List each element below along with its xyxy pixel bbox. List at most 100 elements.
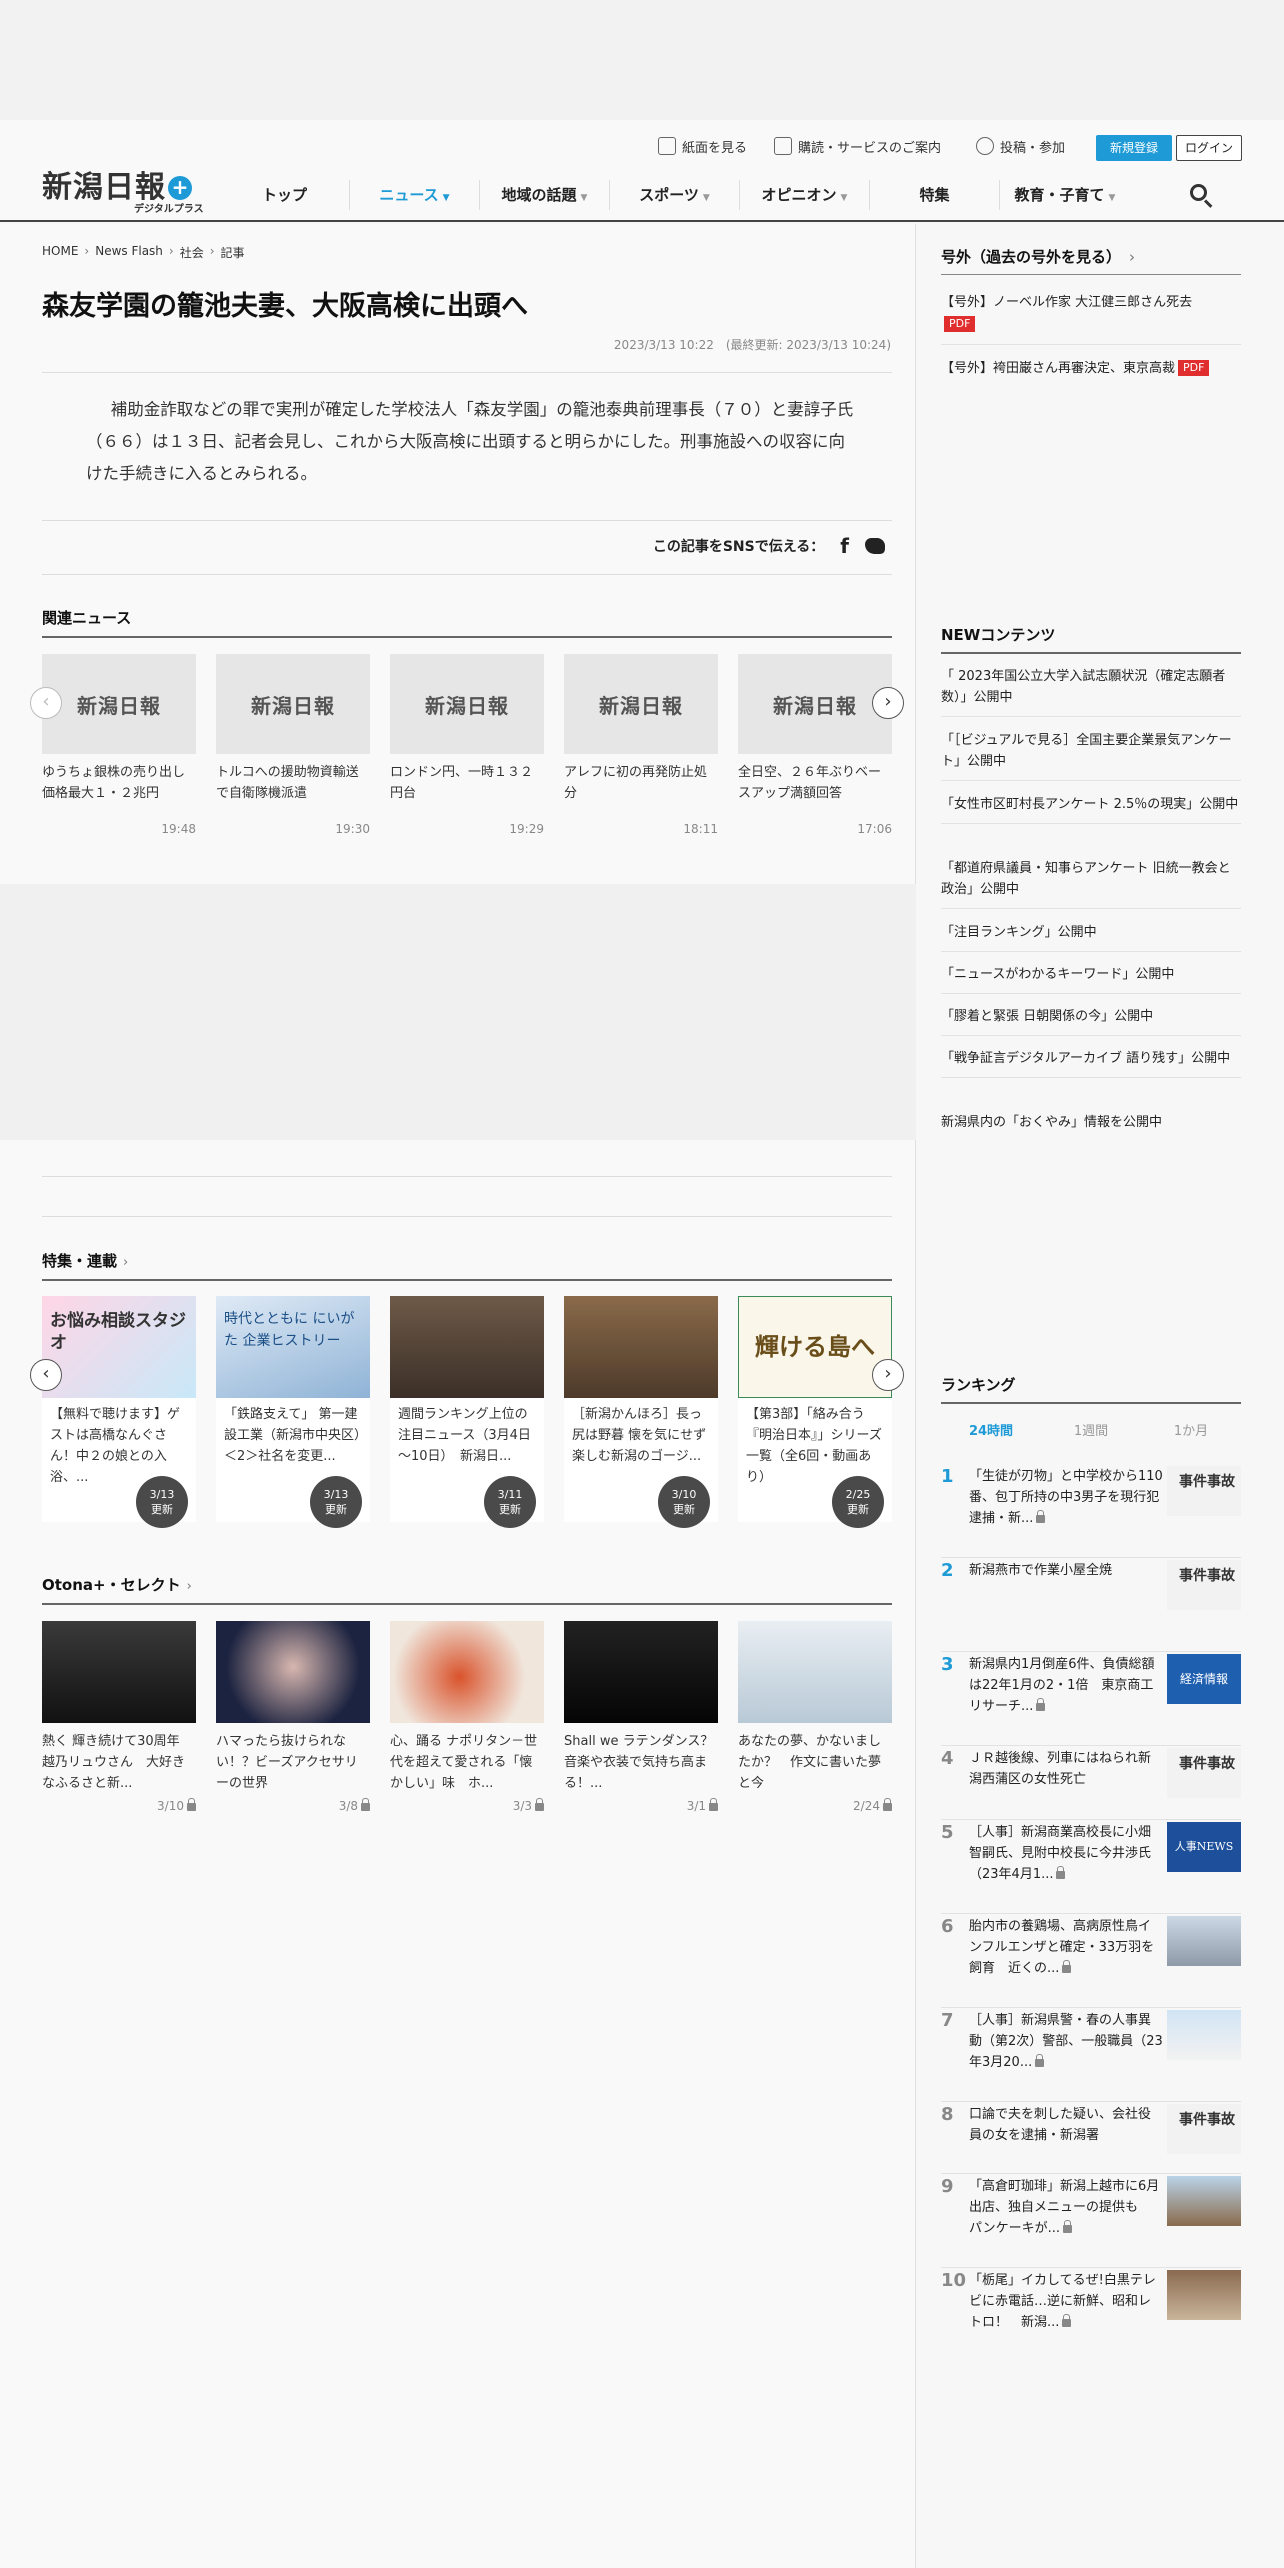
chevron-right-icon: › — [209, 244, 215, 258]
features-title[interactable]: 特集・連載 › — [42, 1250, 128, 1271]
ranking-item[interactable]: 9 「高倉町珈琲」新潟上越市に6月出店、独自メニューの提供も パンケーキが... — [941, 2176, 1241, 2268]
gogai-item[interactable]: 【号外】ノーベル作家 大江健三郎さん死去 PDF — [941, 292, 1241, 336]
otona-date: 3/8 — [339, 1798, 370, 1813]
related-card[interactable]: 新潟日報 ゆうちょ銀株の売り出し価格最大１・２兆円 19:48 — [42, 654, 196, 836]
rank-thumb — [1167, 2270, 1241, 2320]
ranking-item[interactable]: 10 「栃尾」イカしてるぜ!白黒テレビに赤電話…逆に新鮮、昭和レトロ！ 新潟... — [941, 2270, 1241, 2362]
search-icon[interactable] — [1188, 182, 1214, 208]
feature-card[interactable]: 時代とともに にいがた 企業ヒストリー 「鉄路支えて」 第一建設工業（新潟市中央… — [216, 1296, 370, 1528]
carousel-prev-icon[interactable]: ‹ — [30, 687, 62, 719]
top-ad-band — [0, 0, 1284, 120]
rank-title: ＪＲ越後線、列車にはねられ新潟西蒲区の女性死亡 — [969, 1751, 1152, 1787]
rank-thumb: 事件事故 — [1167, 1560, 1241, 1610]
main-column: HOME › News Flash › 社会 › 記事 森友学園の籠池夫妻、大阪高検に… — [0, 224, 916, 2568]
feature-title: 「鉄路支えて」 第一建設工業（新潟市中央区）＜2＞社名を変更... — [224, 1407, 361, 1464]
post-participate-link[interactable]: 投稿・参加 — [976, 134, 1065, 158]
ranking-item[interactable]: 4 ＪＲ越後線、列車にはねられ新潟西蒲区の女性死亡 事件事故 — [941, 1748, 1241, 1820]
nav-opinion[interactable]: オピニオン ▼ — [740, 180, 870, 210]
new-content-item[interactable]: 「戦争証言デジタルアーカイブ 語り残す」公開中 — [941, 1048, 1241, 1078]
feature-card[interactable]: 輝ける島へ 【第3部】「絡み合う『明治日本』」シリーズ一覧（全6回・動画あり） … — [738, 1296, 892, 1528]
twitter-icon[interactable] — [865, 538, 885, 554]
section-rule — [42, 1603, 892, 1605]
new-content-item[interactable]: 「［ビジュアルで見る］全国主要企業景気アンケート」公開中 — [941, 730, 1241, 781]
logo-plus-icon: + — [168, 176, 192, 200]
site-logo[interactable]: 新潟日報 + デジタルプラス — [42, 162, 207, 215]
rank-number: 8 — [941, 2104, 954, 2125]
new-content-item[interactable]: 「女性市区町村長アンケート 2.5％の現実」公開中 — [941, 794, 1241, 824]
ranking-item[interactable]: 6 胎内市の養鶏場、高病原性鳥インフルエンザと確定・33万羽を飼育 近くの... — [941, 1916, 1241, 2008]
otona-thumb — [216, 1621, 370, 1723]
otona-thumb — [42, 1621, 196, 1723]
subscription-link[interactable]: 購読・サービスのご案内 — [774, 134, 941, 158]
otona-card[interactable]: 心、踊る ナポリタン－世代を超えて愛される「懐かしい」味 ホ... 3/3 — [390, 1621, 544, 1813]
breadcrumb-society[interactable]: 社会 — [180, 244, 204, 261]
ranking-item[interactable]: 1 「生徒が刃物」と中学校から110番、包丁所持の中3男子を現行犯逮捕・新... 事… — [941, 1466, 1241, 1558]
lock-icon — [1036, 1510, 1046, 1523]
ranking-title: ランキング — [941, 1376, 1016, 1394]
ranking-item[interactable]: 5 ［人事］新潟商業高校長に小畑智嗣氏、見附中校長に今井渉氏（23年4月1... 人… — [941, 1822, 1241, 1914]
carousel-prev-icon[interactable]: ‹ — [30, 1359, 62, 1391]
nav-sports[interactable]: スポーツ ▼ — [610, 180, 740, 210]
rank-thumb: 事件事故 — [1167, 1466, 1241, 1516]
feature-title: 週間ランキング上位の注目ニュース（3月4日～10日） 新潟日... — [398, 1407, 531, 1464]
otona-card[interactable]: 熱く 輝き続けて30周年 越乃リュウさん 大好きなふるさと新... 3/10 — [42, 1621, 196, 1813]
lock-icon — [709, 1798, 718, 1811]
nav-top[interactable]: トップ — [220, 180, 350, 210]
ranking-item[interactable]: 3 新潟県内1月倒産6件、負債総額は22年1月の2・1倍 東京商工リサーチ... 経… — [941, 1654, 1241, 1746]
gogai-title[interactable]: 号外（過去の号外を見る） › — [941, 246, 1135, 267]
chevron-down-icon: ▼ — [442, 193, 450, 203]
otona-card[interactable]: あなたの夢、かないましたか？ 作文に書いた夢と今 2/24 — [738, 1621, 892, 1813]
new-content-item[interactable]: 「ニュースがわかるキーワード」公開中 — [941, 964, 1241, 994]
gogai-item[interactable]: 【号外】袴田巌さん再審決定、東京高裁 PDF — [941, 358, 1241, 380]
nav-education[interactable]: 教育・子育て ▼ — [1000, 180, 1130, 210]
new-content-item[interactable]: 「都道府県議員・知事らアンケート 旧統一教会と政治」公開中 — [941, 858, 1241, 909]
nav-local[interactable]: 地域の話題 ▼ — [480, 180, 610, 210]
rank-title: 口論で夫を刺した疑い、会社役員の女を逮捕・新潟署 — [969, 2107, 1152, 2143]
ranking-item[interactable]: 2 新潟燕市で作業小屋全焼 事件事故 — [941, 1560, 1241, 1652]
feature-card[interactable]: 週間ランキング上位の注目ニュース（3月4日～10日） 新潟日... 3/11 更新 — [390, 1296, 544, 1528]
new-content-item[interactable]: 「 2023年国公立大学入試志願状況（確定志願者数）」公開中 — [941, 666, 1241, 717]
nav-feature[interactable]: 特集 — [870, 180, 1000, 210]
feature-card[interactable]: ［新潟かんほろ］長っ尻は野暮 懐を気にせず楽しむ新潟のゴージ... 3/10 更新 — [564, 1296, 718, 1528]
logo-subtitle: デジタルプラス — [134, 204, 204, 215]
tab-1month[interactable]: 1か月 — [1141, 1420, 1241, 1439]
related-card[interactable]: 新潟日報 ロンドン円、一時１３２円台 19:29 — [390, 654, 544, 836]
otona-date: 3/3 — [513, 1798, 544, 1813]
update-badge: 3/11 更新 — [484, 1476, 536, 1528]
related-title: ゆうちょ銀株の売り出し価格最大１・２兆円 — [42, 765, 186, 801]
divider — [941, 344, 1241, 345]
related-card[interactable]: 新潟日報 全日空、２６年ぶりベースアップ満額回答 17:06 — [738, 654, 892, 836]
otona-thumb — [564, 1621, 718, 1723]
ranking-item[interactable]: 7 ［人事］新潟県警・春の人事異動（第2次）警部、一般職員（23年3月20... — [941, 2010, 1241, 2102]
paper-view-link[interactable]: 紙面を見る — [658, 134, 747, 158]
rank-title: 「高倉町珈琲」新潟上越市に6月出店、独自メニューの提供も パンケーキが... — [969, 2179, 1160, 2236]
carousel-next-icon[interactable]: › — [872, 1359, 904, 1391]
lock-icon — [535, 1798, 544, 1811]
feature-card[interactable]: お悩み相談スタジオ 【無料で聴けます】ゲストは高橋なんぐさん！中２の娘との入浴、… — [42, 1296, 196, 1528]
feature-thumb — [564, 1296, 718, 1398]
breadcrumb-newsflash[interactable]: News Flash — [95, 244, 163, 261]
login-button[interactable]: ログイン — [1176, 135, 1242, 161]
rank-thumb: 人事NEWS — [1167, 1822, 1241, 1872]
feature-thumb: 輝ける島へ — [738, 1296, 892, 1398]
sns-share: この記事をSNSで伝える： f — [653, 534, 885, 558]
related-card[interactable]: 新潟日報 トルコへの援助物資輸送で自衛隊機派遣 19:30 — [216, 654, 370, 836]
nav-news[interactable]: ニュース ▼ — [350, 180, 480, 210]
register-button[interactable]: 新規登録 — [1096, 135, 1172, 161]
breadcrumb-home[interactable]: HOME — [42, 244, 78, 261]
otona-title[interactable]: Otona+・セレクト › — [42, 1574, 192, 1595]
new-content-item[interactable]: 「膠着と緊張 日朝関係の今」公開中 — [941, 1006, 1241, 1036]
ranking-item[interactable]: 8 口論で夫を刺した疑い、会社役員の女を逮捕・新潟署 事件事故 — [941, 2104, 1241, 2174]
related-card[interactable]: 新潟日報 アレフに初の再発防止処分 18:11 — [564, 654, 718, 836]
update-badge: 3/10 更新 — [658, 1476, 710, 1528]
new-content-item[interactable]: 「注目ランキング」公開中 — [941, 922, 1241, 952]
facebook-icon[interactable]: f — [840, 534, 849, 558]
otona-card[interactable]: Shall we ラテンダンス？ 音楽や衣装で気持ち高まる！... 3/1 — [564, 1621, 726, 1813]
new-content-item[interactable]: 新潟県内の「おくやみ」情報を公開中 — [941, 1112, 1241, 1141]
tab-1week[interactable]: 1週間 — [1041, 1420, 1141, 1439]
otona-card[interactable]: ハマったら抜けられない！？ビーズアクセサリーの世界 3/8 — [216, 1621, 370, 1813]
carousel-next-icon[interactable]: › — [872, 687, 904, 719]
tab-24h[interactable]: 24時間 — [941, 1420, 1041, 1439]
speech-bubble-icon — [976, 137, 994, 155]
divider — [42, 1216, 892, 1217]
